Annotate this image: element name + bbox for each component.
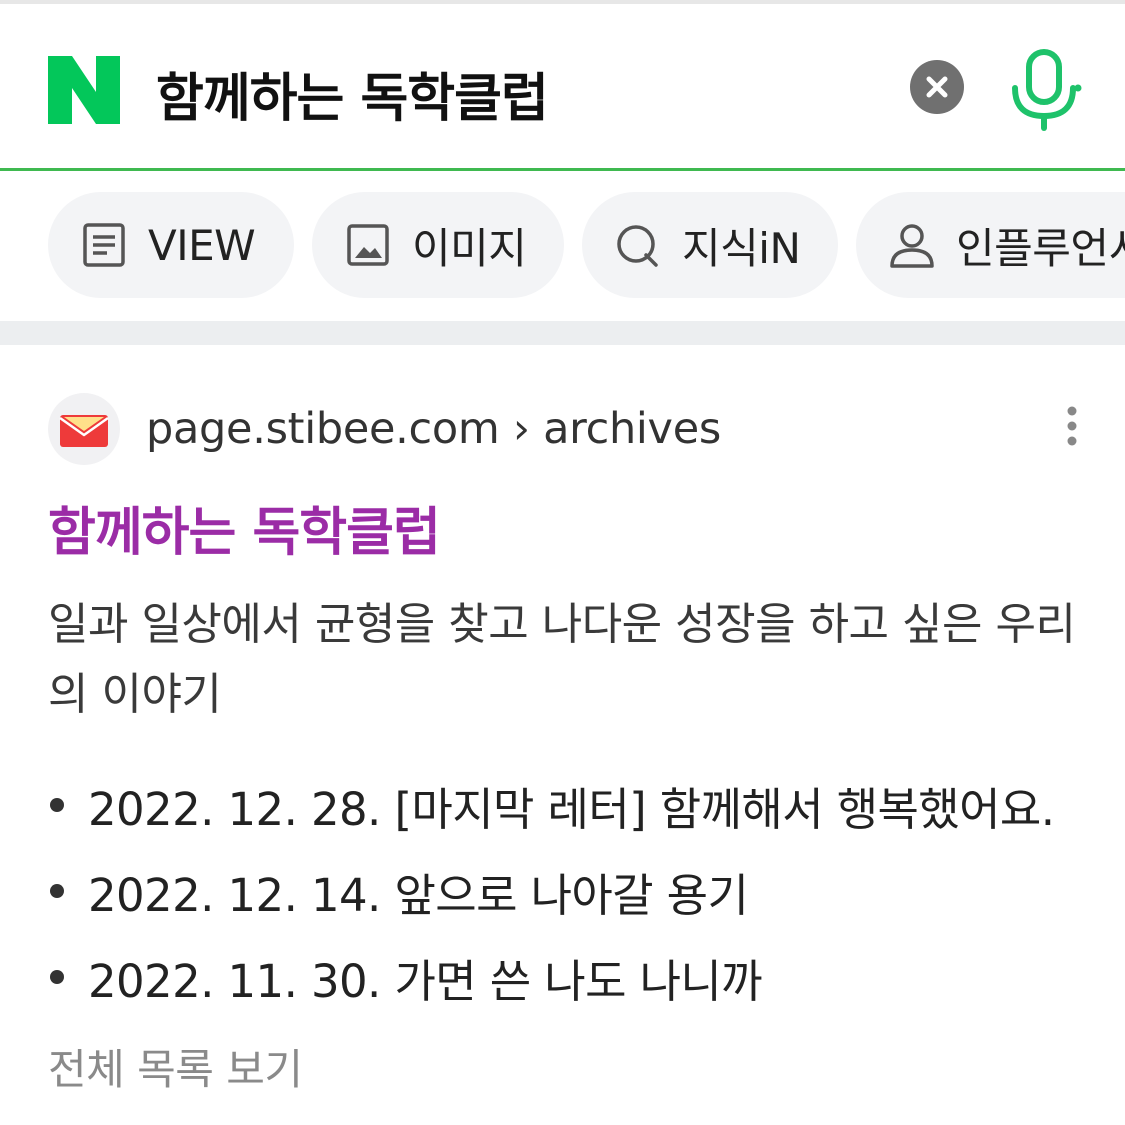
tab-kin[interactable]: 지식iN bbox=[582, 192, 838, 298]
list-item: 2022. 11. 30. 가면 쓴 나도 나니까 bbox=[48, 934, 1108, 1020]
view-all-link[interactable]: 전체 목록 보기 bbox=[48, 1036, 303, 1097]
list-item: 2022. 12. 28. [마지막 레터] 함께해서 행복했어요. bbox=[48, 762, 1108, 848]
sublink[interactable]: 2022. 11. 30. 가면 쓴 나도 나니까 bbox=[88, 945, 763, 1010]
result-sublinks: 2022. 12. 28. [마지막 레터] 함께해서 행복했어요. 2022.… bbox=[48, 762, 1108, 1020]
tab-view[interactable]: VIEW bbox=[48, 192, 294, 298]
list-item: 2022. 12. 14. 앞으로 나아갈 용기 bbox=[48, 848, 1108, 934]
bullet-icon bbox=[50, 970, 64, 984]
tab-image[interactable]: 이미지 bbox=[312, 192, 564, 298]
search-underline bbox=[0, 168, 1125, 171]
search-tabs: VIEW 이미지 지식iN 인플루언서 bbox=[0, 190, 1125, 302]
site-favicon[interactable] bbox=[48, 393, 120, 465]
result-description: 일과 일상에서 균형을 찾고 나다운 성장을 하고 싶은 우리의 이야기 bbox=[48, 599, 1076, 720]
tab-label: VIEW bbox=[148, 220, 256, 270]
image-icon bbox=[347, 224, 389, 266]
q-icon bbox=[617, 225, 658, 267]
tab-label: 이미지 bbox=[412, 223, 527, 273]
search-query[interactable]: 함께하는 독학클럽 bbox=[156, 56, 549, 131]
envelope-icon bbox=[59, 415, 109, 447]
naver-logo-icon[interactable] bbox=[48, 56, 120, 124]
bullet-icon bbox=[50, 798, 64, 812]
close-icon bbox=[926, 76, 948, 98]
search-header: 함께하는 독학클럽 bbox=[0, 4, 1125, 170]
bullet-icon bbox=[50, 884, 64, 898]
section-divider bbox=[0, 321, 1125, 345]
more-options-button[interactable] bbox=[1056, 404, 1088, 452]
sublink[interactable]: 2022. 12. 14. 앞으로 나아갈 용기 bbox=[88, 859, 749, 924]
sublink[interactable]: 2022. 12. 28. [마지막 레터] 함께해서 행복했어요. bbox=[88, 773, 1055, 838]
voice-search-button[interactable] bbox=[1004, 48, 1084, 132]
tab-label: 인플루언서 bbox=[956, 223, 1125, 273]
clear-search-button[interactable] bbox=[910, 60, 964, 114]
more-vertical-icon bbox=[1067, 406, 1077, 446]
microphone-icon bbox=[1012, 49, 1082, 131]
result-title-link[interactable]: 함께하는 독학클럽 bbox=[48, 490, 441, 565]
tab-influencer[interactable]: 인플루언서 bbox=[856, 192, 1125, 298]
person-icon bbox=[890, 224, 934, 268]
tab-label: 지식iN bbox=[682, 223, 801, 273]
result-source-url[interactable]: page.stibee.com › archives bbox=[146, 404, 721, 454]
document-icon bbox=[83, 223, 125, 267]
